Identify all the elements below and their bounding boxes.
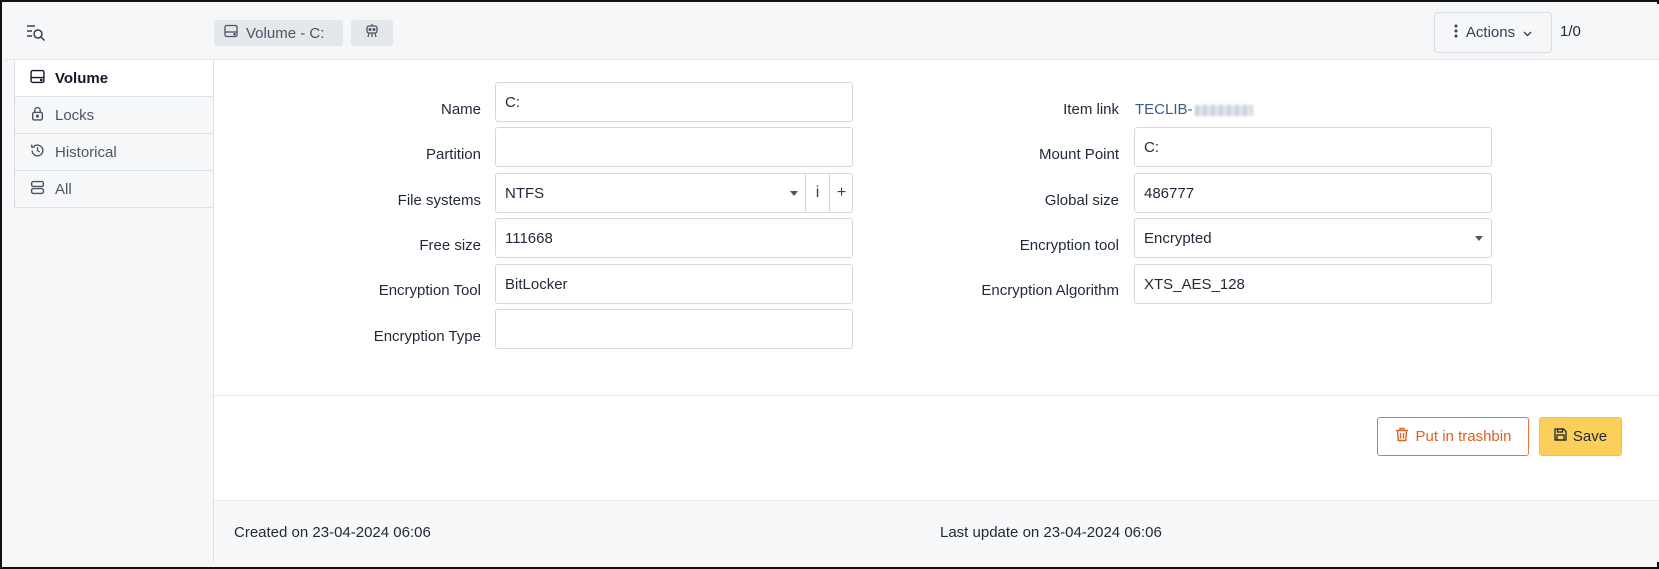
encryption-type-input[interactable] bbox=[495, 309, 853, 349]
pager: 1/0 bbox=[1560, 23, 1581, 40]
side-tabs: Volume Locks Historical All bbox=[14, 60, 214, 208]
divider bbox=[214, 395, 1659, 396]
caret-down-icon bbox=[790, 191, 798, 196]
volume-icon bbox=[224, 24, 238, 42]
main-panel: Name C: Partition File systems NTFS i + … bbox=[213, 60, 1659, 562]
encryption-algorithm-input[interactable]: XTS_AES_128 bbox=[1134, 264, 1492, 304]
actions-dropdown-button[interactable]: Actions bbox=[1434, 12, 1552, 53]
tab-locks[interactable]: Locks bbox=[14, 97, 214, 134]
partition-input[interactable] bbox=[495, 127, 853, 167]
all-icon bbox=[30, 180, 45, 199]
mountpoint-input[interactable]: C: bbox=[1134, 127, 1492, 167]
encryption-status-value: Encrypted bbox=[1144, 229, 1212, 247]
trash-label: Put in trashbin bbox=[1415, 428, 1512, 445]
partition-label: Partition bbox=[425, 146, 481, 163]
volume-icon bbox=[30, 69, 45, 88]
put-in-trashbin-button[interactable]: Put in trashbin bbox=[1377, 417, 1529, 456]
tab-volume[interactable]: Volume bbox=[14, 60, 214, 97]
tab-volume-label: Volume bbox=[55, 69, 109, 87]
tab-historical-label: Historical bbox=[55, 143, 117, 161]
tab-historical[interactable]: Historical bbox=[14, 134, 214, 171]
filesystems-value: NTFS bbox=[505, 184, 545, 202]
breadcrumb-item[interactable] bbox=[351, 20, 393, 46]
toggle-search-icon[interactable] bbox=[26, 22, 50, 44]
itemlink-label: Item link bbox=[1063, 101, 1119, 118]
info-button[interactable]: i bbox=[805, 174, 829, 212]
breadcrumb-volume[interactable]: Volume - C: bbox=[214, 20, 343, 46]
mountpoint-label: Mount Point bbox=[1038, 146, 1119, 163]
name-label: Name bbox=[440, 101, 481, 118]
item-link-text: TECLIB- bbox=[1135, 101, 1193, 118]
actions-label: Actions bbox=[1465, 24, 1516, 41]
window-frame: Volume - C: Actions 1/0 Volume Locks His… bbox=[0, 0, 1659, 569]
history-icon bbox=[30, 143, 45, 162]
name-input[interactable]: C: bbox=[495, 82, 853, 122]
chevron-down-icon bbox=[1523, 24, 1532, 41]
last-update-date: Last update on 23-04-2024 06:06 bbox=[940, 524, 1162, 541]
caret-down-icon bbox=[1475, 236, 1483, 241]
globalsize-label: Global size bbox=[1044, 192, 1119, 209]
save-button[interactable]: Save bbox=[1539, 417, 1622, 456]
lock-icon bbox=[30, 106, 45, 125]
encryption-status-select[interactable]: Encrypted bbox=[1134, 218, 1492, 258]
volume-form: Name C: Partition File systems NTFS i + … bbox=[214, 60, 1659, 396]
footer: Created on 23-04-2024 06:06 Last update … bbox=[214, 500, 1659, 562]
filesystems-label: File systems bbox=[397, 192, 481, 209]
robot-icon bbox=[364, 23, 380, 43]
created-date: Created on 23-04-2024 06:06 bbox=[234, 524, 431, 541]
encryption-status-label: Encryption tool bbox=[1019, 237, 1119, 254]
filesystems-select[interactable]: NTFS i + bbox=[495, 173, 853, 213]
breadcrumb-volume-label: Volume - C: bbox=[246, 24, 325, 42]
freesize-input[interactable]: 111668 bbox=[495, 218, 853, 258]
tab-all[interactable]: All bbox=[14, 171, 214, 208]
save-label: Save bbox=[1572, 428, 1608, 445]
freesize-label: Free size bbox=[419, 237, 481, 254]
more-vertical-icon bbox=[1454, 24, 1458, 42]
top-bar: Volume - C: Actions 1/0 bbox=[4, 4, 1659, 60]
tab-all-label: All bbox=[55, 180, 72, 198]
item-link[interactable]: TECLIB- bbox=[1135, 101, 1253, 118]
encryption-tool-label: Encryption Tool bbox=[378, 282, 481, 299]
encryption-algorithm-label: Encryption Algorithm bbox=[981, 282, 1119, 299]
globalsize-input[interactable]: 486777 bbox=[1134, 173, 1492, 213]
tab-locks-label: Locks bbox=[55, 106, 95, 124]
encryption-tool-input[interactable]: BitLocker bbox=[495, 264, 853, 304]
floppy-icon bbox=[1554, 428, 1567, 445]
trash-icon bbox=[1395, 427, 1409, 446]
redacted-text bbox=[1194, 104, 1253, 116]
encryption-type-label: Encryption Type bbox=[373, 328, 481, 345]
